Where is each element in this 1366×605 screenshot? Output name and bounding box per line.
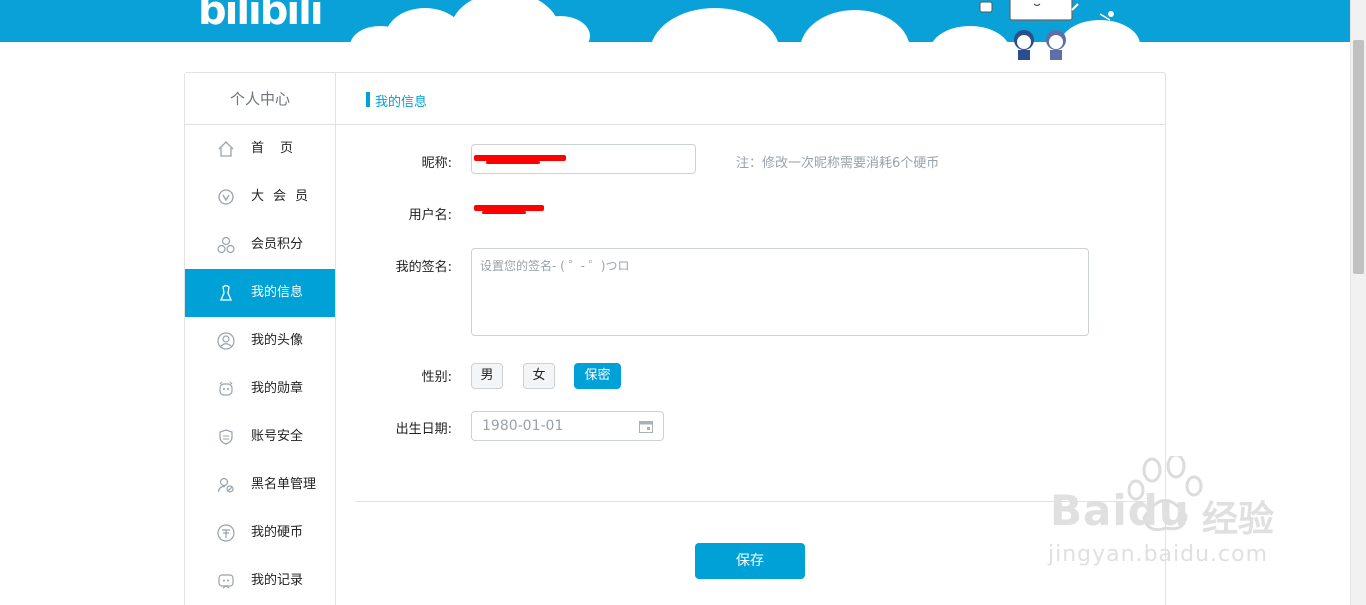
section-header: 我的信息 <box>336 73 1165 125</box>
shield-icon <box>219 429 233 445</box>
sidebar-item-home[interactable]: 首页 <box>185 125 335 173</box>
birthday-input[interactable]: 1980-01-01 <box>471 411 664 441</box>
gender-male-button[interactable]: 男 <box>471 363 503 389</box>
watermark-brand-cn: 经验 <box>1202 499 1275 540</box>
baidu-watermark: Baidu 经验 jingyan.baidu.com <box>1046 456 1296 576</box>
sidebar-title: 个人中心 <box>185 73 335 125</box>
coin-icon <box>217 524 235 542</box>
nickname-input[interactable] <box>471 144 696 174</box>
cloud-decoration <box>800 10 910 42</box>
sidebar-item-avatar[interactable]: 我的头像 <box>185 317 335 365</box>
sidebar-item-coins[interactable]: 我的硬币 <box>185 509 335 557</box>
record-icon <box>218 574 234 589</box>
signature-label: 我的签名: <box>395 260 452 275</box>
birthday-label: 出生日期: <box>395 422 452 437</box>
cloud-decoration <box>650 8 780 42</box>
main-content: 我的信息 昵称: 注：修改一次昵称需要消耗6个硬币 用户名: 我的签名: 设置您… <box>336 73 1165 605</box>
vip-icon <box>218 189 234 205</box>
site-logo[interactable]: bilibili <box>198 0 324 34</box>
sidebar-item-label: 我的硬币 <box>251 525 304 540</box>
sidebar-item-label: 会员积分 <box>251 237 304 252</box>
save-button[interactable]: 保存 <box>695 543 805 579</box>
points-icon <box>217 236 235 254</box>
calendar-icon[interactable] <box>639 420 653 433</box>
sidebar-item-label: 我的勋章 <box>251 381 304 396</box>
nickname-note: 注：修改一次昵称需要消耗6个硬币 <box>736 156 940 171</box>
sidebar-item-points[interactable]: 会员积分 <box>185 221 335 269</box>
signature-placeholder: 设置您的签名- ( ゜- ゜)つロ <box>480 259 630 273</box>
sidebar-item-label: 黑名单管理 <box>251 477 317 492</box>
sidebar-item-vip[interactable]: 大会员 <box>185 173 335 221</box>
sidebar-item-medal[interactable]: 我的勋章 <box>185 365 335 413</box>
gender-label: 性别: <box>421 370 452 385</box>
watermark-url: jingyan.baidu.com <box>1048 542 1269 567</box>
form-divider <box>356 501 1146 502</box>
header-banner: bilibili <box>0 0 1350 42</box>
mascot-illustration <box>979 0 1114 60</box>
home-icon <box>218 141 234 157</box>
sidebar: 个人中心 首页 大会员 会员积分 我的信息 我的头像 我的勋章 账号安全 黑名单… <box>185 73 336 605</box>
sidebar-item-label: 账号安全 <box>251 429 304 444</box>
birthday-value: 1980-01-01 <box>482 418 564 434</box>
settings-card: 个人中心 首页 大会员 会员积分 我的信息 我的头像 我的勋章 账号安全 黑名单… <box>184 72 1166 605</box>
blacklist-icon <box>217 477 234 493</box>
medal-icon <box>219 381 233 396</box>
user-icon <box>220 284 232 301</box>
sidebar-item-security[interactable]: 账号安全 <box>185 413 335 461</box>
signature-textarea[interactable]: 设置您的签名- ( ゜- ゜)つロ <box>471 248 1089 336</box>
sidebar-item-label: 首页 <box>251 141 310 156</box>
sidebar-item-my-info[interactable]: 我的信息 <box>185 269 335 317</box>
sidebar-item-label: 我的头像 <box>251 333 304 348</box>
avatar-icon <box>217 332 235 350</box>
sidebar-item-label: 我的记录 <box>251 573 304 588</box>
sidebar-item-records[interactable]: 我的记录 <box>185 557 335 605</box>
username-label: 用户名: <box>408 208 452 223</box>
scrollbar-thumb[interactable] <box>1353 40 1364 274</box>
nickname-label: 昵称: <box>421 156 452 171</box>
sidebar-item-blacklist[interactable]: 黑名单管理 <box>185 461 335 509</box>
sidebar-item-label: 大会员 <box>251 189 318 204</box>
watermark-brand: Baidu <box>1050 486 1190 535</box>
sidebar-item-label: 我的信息 <box>251 285 304 300</box>
redacted-username <box>482 211 526 214</box>
section-title: 我的信息 <box>375 95 428 110</box>
gender-secret-button[interactable]: 保密 <box>574 363 621 389</box>
page-scrollbar[interactable] <box>1350 0 1366 605</box>
gender-female-button[interactable]: 女 <box>523 363 555 389</box>
section-accent-bar <box>366 92 370 107</box>
redacted-nickname <box>486 161 540 164</box>
page: bilibili 个人中心 首页 大会员 会员积分 我的信息 我的头像 我的勋章… <box>0 0 1366 605</box>
